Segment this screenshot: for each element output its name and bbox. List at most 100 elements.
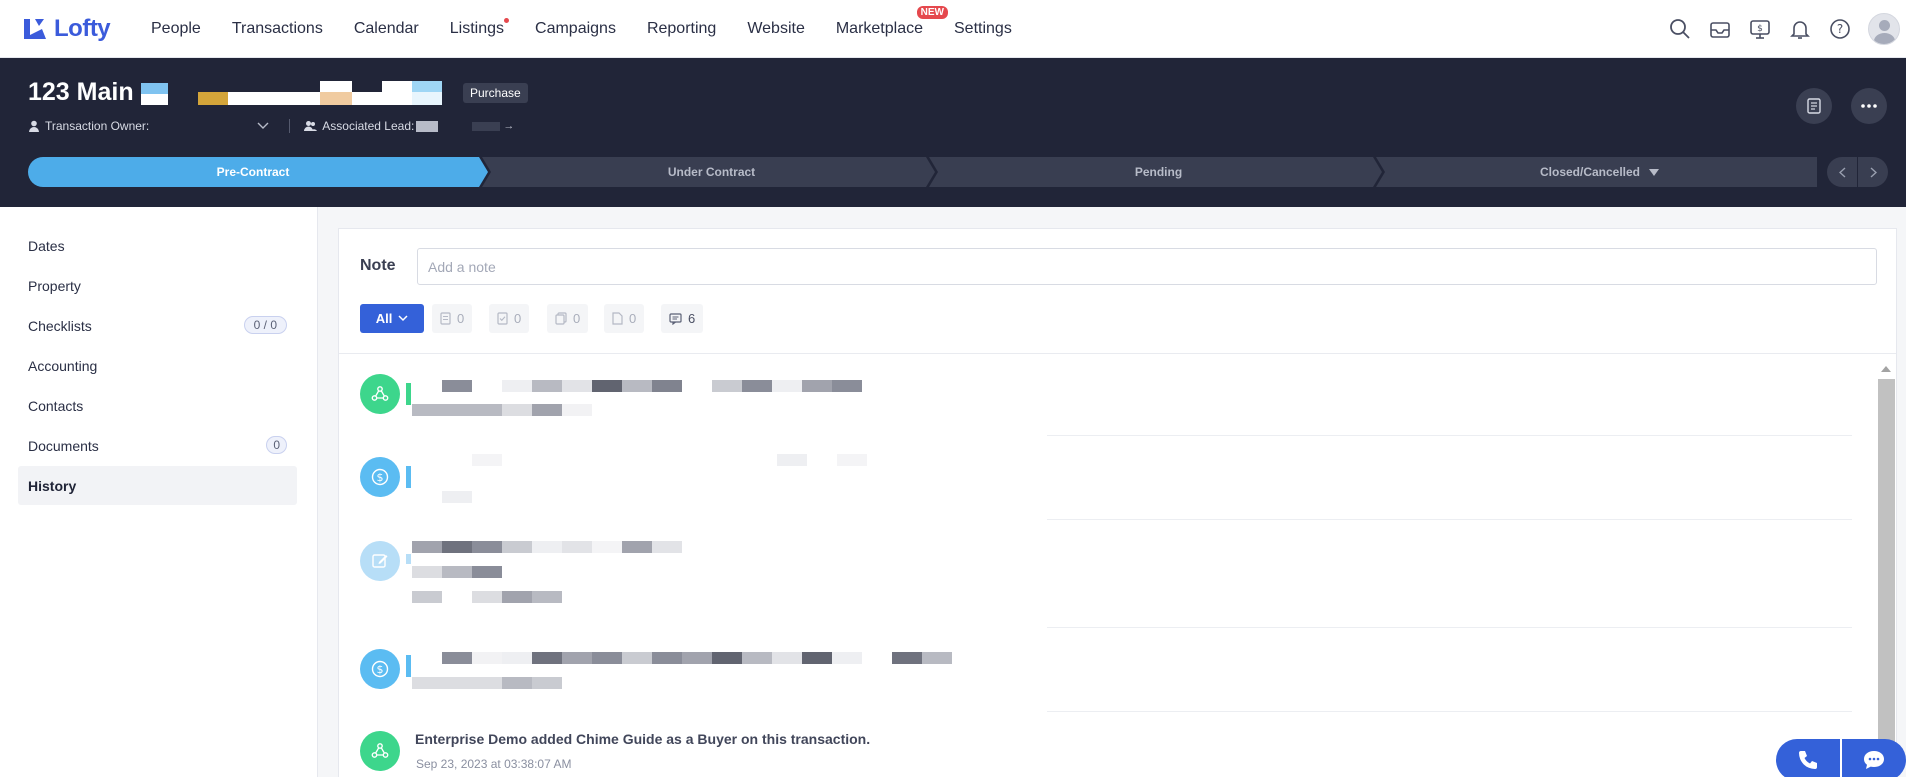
edit-icon [372, 554, 388, 568]
nav-campaigns[interactable]: Campaigns [535, 20, 616, 38]
filter-all-dropdown[interactable]: All [360, 304, 424, 333]
scroll-up-icon[interactable] [1880, 365, 1892, 373]
top-nav: Lofty People Transactions Calendar Listi… [0, 0, 1906, 58]
search-icon[interactable] [1668, 17, 1692, 41]
chat-button[interactable] [1842, 739, 1906, 777]
redacted-text [562, 404, 592, 416]
filter-tasks[interactable]: 0 [489, 304, 530, 333]
sidebar-item-history[interactable]: History [18, 466, 297, 505]
redacted-text [472, 454, 502, 466]
redacted-text [622, 652, 652, 664]
stage-pre-contract[interactable]: Pre-Contract [28, 157, 478, 187]
redacted-text [442, 566, 472, 578]
nav-marketplace[interactable]: Marketplace NEW [836, 5, 948, 38]
share-icon [371, 386, 389, 401]
stage-under-contract[interactable]: Under Contract [488, 157, 935, 187]
brand-logo[interactable]: Lofty [22, 15, 142, 43]
redacted-text [412, 591, 442, 603]
redacted-block [416, 120, 439, 132]
redacted-text [742, 652, 772, 664]
nav-transactions[interactable]: Transactions [232, 20, 323, 38]
redacted-text [742, 380, 772, 392]
nav-reporting[interactable]: Reporting [647, 20, 716, 38]
note-input[interactable] [417, 248, 1877, 285]
nav-settings[interactable]: Settings [954, 20, 1012, 38]
share-icon [371, 743, 389, 758]
history-entry-text: Enterprise Demo added Chime Guide as a B… [415, 731, 871, 747]
arrow-right-icon[interactable]: → [503, 120, 514, 132]
sidebar-item-checklists[interactable]: Checklists 0 / 0 [18, 306, 297, 345]
chevron-right-icon [1870, 166, 1877, 178]
brand-name: Lofty [54, 14, 111, 42]
entry-separator [1047, 711, 1852, 712]
more-options-button[interactable] [1851, 88, 1887, 124]
redacted-block [382, 92, 412, 105]
document-button[interactable] [1796, 88, 1832, 124]
filter-documents[interactable]: 0 [547, 304, 589, 333]
pipeline-prev-button[interactable] [1827, 157, 1857, 187]
filter-notes[interactable]: 0 [432, 304, 473, 333]
redacted-text [532, 652, 562, 664]
inbox-icon[interactable] [1708, 17, 1732, 41]
filter-count: 0 [573, 311, 581, 326]
nav-listings-label: Listings [449, 19, 505, 37]
bell-icon[interactable] [1788, 17, 1812, 41]
entry-separator [1047, 435, 1852, 436]
nav-website[interactable]: Website [747, 20, 805, 38]
avatar[interactable] [1868, 13, 1900, 45]
nav-listings[interactable]: Listings [449, 17, 510, 38]
sidebar-item-property[interactable]: Property [18, 266, 297, 305]
dollar-icon: $ [371, 468, 389, 486]
redacted-text [802, 380, 832, 392]
nav-calendar[interactable]: Calendar [354, 20, 419, 38]
redacted-text [777, 454, 807, 466]
history-entry-date: Sep 23, 2023 at 03:38:07 AM [416, 757, 572, 771]
svg-text:?: ? [1837, 22, 1843, 36]
redacted-text [892, 652, 922, 664]
history-entry-icon: $ [360, 457, 400, 497]
call-button[interactable] [1776, 739, 1840, 777]
svg-text:$: $ [377, 471, 384, 484]
sidebar-item-label: Contacts [28, 397, 84, 414]
redacted-block [472, 121, 501, 131]
sidebar-item-accounting[interactable]: Accounting [18, 346, 297, 385]
redacted-text [652, 541, 682, 553]
pipeline-next-button[interactable] [1858, 157, 1888, 187]
task-icon [497, 312, 508, 325]
owner-dropdown[interactable] [257, 122, 269, 130]
redacted-text [652, 380, 682, 392]
sidebar-item-documents[interactable]: Documents 0 [18, 426, 297, 465]
redacted-text [832, 380, 862, 392]
redacted-text [502, 591, 532, 603]
filter-comments[interactable]: 6 [661, 304, 704, 333]
history-scrollbar[interactable] [1875, 359, 1895, 777]
redacted-block [382, 81, 412, 92]
billing-icon[interactable]: $ [1748, 17, 1772, 41]
help-icon[interactable]: ? [1828, 17, 1852, 41]
sidebar-item-dates[interactable]: Dates [18, 226, 297, 265]
redacted-text [802, 652, 832, 664]
document-icon [1807, 98, 1821, 114]
redacted-block [412, 92, 442, 105]
transaction-title: 123 Main [28, 78, 134, 106]
nav-people[interactable]: People [151, 20, 201, 38]
transaction-sidebar: Dates Property Checklists 0 / 0 Accountin… [0, 207, 318, 777]
redacted-text [712, 380, 742, 392]
history-panel: Note All 0 0 0 0 6 $ [338, 228, 1897, 777]
stage-pending[interactable]: Pending [935, 157, 1382, 187]
redacted-text [562, 652, 592, 664]
redacted-block [352, 92, 382, 105]
filter-count: 0 [457, 311, 465, 326]
chevron-left-icon [1838, 166, 1845, 178]
redacted-text [832, 652, 862, 664]
more-icon [1861, 104, 1877, 108]
stage-closed-cancelled[interactable]: Closed/Cancelled [1382, 157, 1817, 187]
filter-files[interactable]: 0 [604, 304, 645, 333]
scroll-thumb[interactable] [1878, 379, 1895, 759]
history-entry-icon: $ [360, 649, 400, 689]
chevron-down-icon [257, 122, 269, 129]
history-entry-marker [406, 383, 411, 405]
sidebar-item-contacts[interactable]: Contacts [18, 386, 297, 425]
redacted-text [472, 541, 502, 553]
filter-count: 6 [688, 311, 696, 326]
